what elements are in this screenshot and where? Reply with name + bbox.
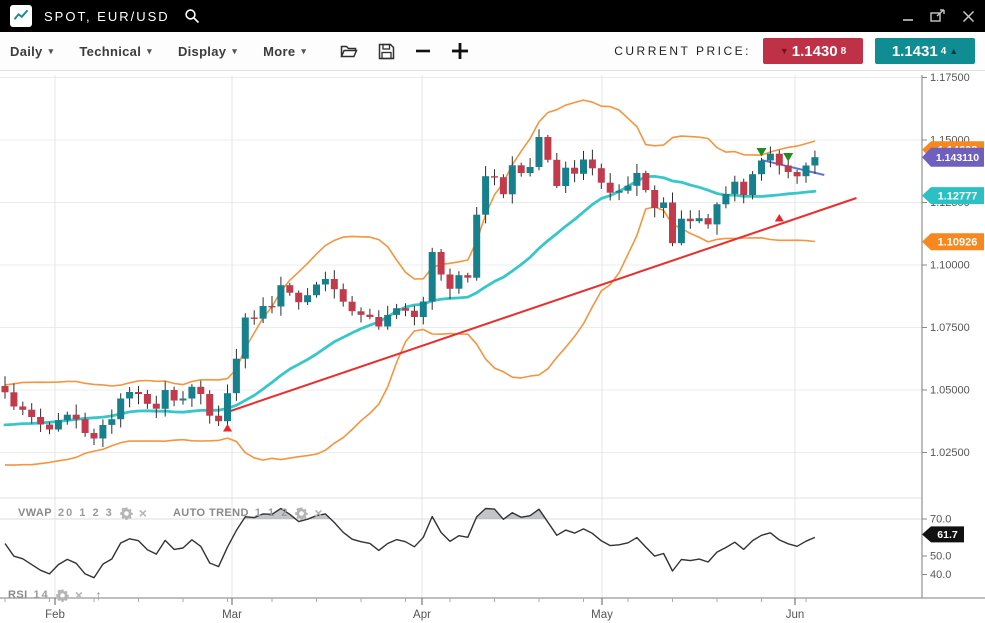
arrow-up-icon: ▲ (949, 47, 958, 56)
menu-daily[interactable]: Daily ▾ (10, 44, 53, 59)
bid-price-badge: ▼ 1.14308 (763, 38, 863, 64)
vwap-indicator-label: VWAP (18, 507, 52, 519)
chevron-down-icon: ▾ (232, 46, 237, 57)
month-axis-label: Apr (413, 609, 431, 621)
search-icon[interactable] (184, 8, 200, 24)
svg-text:61.7: 61.7 (937, 529, 958, 541)
price-axis-tick-label: 1.02500 (930, 447, 970, 459)
menu-display[interactable]: Display ▾ (178, 44, 237, 59)
arrow-down-icon: ▼ (780, 47, 789, 56)
current-price-zone: CURRENT PRICE: ▼ 1.14308 1.14314 ▲ (614, 38, 975, 64)
save-icon[interactable] (378, 43, 395, 60)
ask-price-fraction: 4 (941, 46, 947, 57)
rsi-axis-tick-label: 70.0 (930, 514, 951, 526)
popout-icon[interactable] (930, 5, 946, 27)
open-folder-icon[interactable] (340, 43, 358, 59)
menu-more[interactable]: More ▾ (263, 44, 306, 59)
window-controls (902, 5, 975, 27)
rsi-settings-gear-icon[interactable] (56, 589, 69, 602)
zoom-in-icon[interactable] (451, 42, 469, 60)
menu-technical[interactable]: Technical ▾ (79, 44, 152, 59)
chevron-down-icon: ▾ (147, 46, 152, 57)
close-icon[interactable] (962, 5, 975, 27)
price-axis-tick-label: 1.10000 (930, 260, 970, 272)
current-price-label: CURRENT PRICE: (614, 44, 751, 58)
menu-daily-label: Daily (10, 44, 43, 59)
chevron-down-icon: ▾ (301, 46, 306, 57)
bid-price-value: 1.1430 (792, 43, 838, 60)
chart-area: 1.175001.150001.125001.100001.075001.050… (0, 71, 985, 623)
window-title: SPOT, EUR/USD (44, 9, 170, 24)
vwap-settings-gear-icon[interactable] (120, 507, 133, 520)
month-axis-label: May (591, 609, 613, 621)
chart-application-window: SPOT, EUR/USD (0, 0, 985, 623)
month-axis-label: Mar (222, 609, 242, 621)
rsi-expand-arrow-icon[interactable]: ↑ (95, 587, 102, 603)
chevron-down-icon: ▾ (49, 46, 54, 57)
rsi-indicator-params: 14 (34, 589, 50, 601)
toolbar: Daily ▾ Technical ▾ Display ▾ More ▾ (0, 32, 985, 71)
autotrend-indicator-params: 1 1 2 (255, 507, 289, 519)
month-axis-label: Jun (786, 609, 805, 621)
menu-display-label: Display (178, 44, 226, 59)
ask-price-value: 1.1431 (892, 43, 938, 60)
month-axis-label: Feb (45, 609, 65, 621)
ask-price-badge: 1.14314 ▲ (875, 38, 975, 64)
price-axis-tick-label: 1.05000 (930, 385, 970, 397)
svg-text:1.10926: 1.10926 (938, 237, 978, 249)
svg-text:1.12777: 1.12777 (938, 190, 978, 202)
chart-background (0, 71, 985, 623)
axis-badge-1_143110: 1.143110 (922, 148, 984, 167)
axis-badge-1_12777: 1.12777 (922, 187, 984, 204)
axis-badge-1_10926: 1.10926 (922, 233, 984, 250)
price-chart-canvas[interactable]: 1.175001.150001.125001.100001.075001.050… (0, 71, 985, 623)
rsi-remove-icon[interactable]: × (75, 588, 83, 602)
rsi-axis-tick-label: 40.0 (930, 569, 951, 581)
title-bar: SPOT, EUR/USD (0, 0, 985, 32)
menu-more-label: More (263, 44, 295, 59)
rsi-indicator-label: RSI (8, 589, 28, 601)
rsi-label-row: RSI 14 × ↑ (8, 587, 102, 603)
price-axis-tick-label: 1.17500 (930, 72, 970, 84)
price-axis-tick-label: 1.07500 (930, 322, 970, 334)
autotrend-settings-gear-icon[interactable] (295, 507, 308, 520)
autotrend-indicator-label: AUTO TREND (173, 507, 249, 519)
minimize-icon[interactable] (902, 5, 914, 27)
vwap-remove-icon[interactable]: × (139, 506, 147, 520)
vwap-indicator-params: 20 1 2 3 (58, 507, 114, 519)
indicator-labels-row: VWAP 20 1 2 3 × AUTO TREND 1 1 2 × (18, 506, 323, 520)
bid-price-fraction: 8 (841, 46, 847, 57)
rsi-axis-tick-label: 50.0 (930, 551, 951, 563)
autotrend-remove-icon[interactable]: × (314, 506, 322, 520)
toolbar-icons (340, 42, 469, 60)
zoom-out-icon[interactable] (415, 43, 431, 59)
app-logo-icon (10, 5, 32, 27)
menu-technical-label: Technical (79, 44, 141, 59)
svg-text:1.143110: 1.143110 (936, 152, 979, 164)
